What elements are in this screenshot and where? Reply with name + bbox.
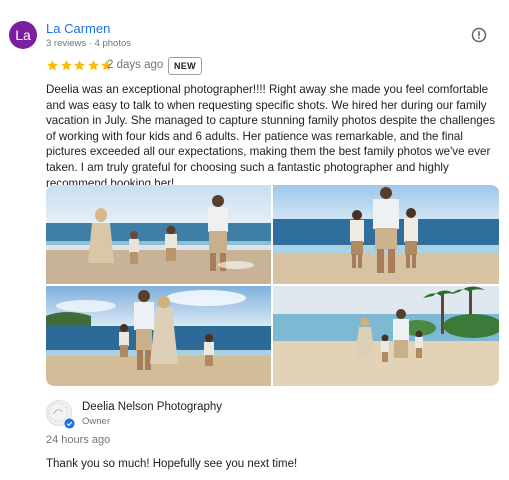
reviewer-name-link[interactable]: La Carmen [46, 21, 110, 36]
owner-name[interactable]: Deelia Nelson Photography [82, 401, 222, 413]
review-photo-4[interactable] [273, 286, 499, 386]
review-date: 2 days ago [107, 59, 164, 71]
new-badge: NEW [168, 57, 202, 75]
report-icon[interactable] [471, 27, 487, 43]
verified-badge-icon [64, 416, 75, 429]
review-text: Deelia was an exceptional photographer!!… [46, 83, 496, 190]
owner-response-time: 24 hours ago [46, 434, 111, 446]
owner-response-text: Thank you so much! Hopefully see you nex… [46, 458, 298, 470]
reviewer-meta: 3 reviews · 4 photos [46, 38, 132, 49]
star-icon [87, 60, 99, 71]
review-photo-2[interactable] [273, 185, 499, 284]
review-photo-grid[interactable] [46, 185, 499, 386]
review-photo-1[interactable] [46, 185, 271, 284]
reviewer-avatar[interactable]: La [9, 21, 37, 49]
star-rating [46, 59, 114, 73]
star-icon [47, 60, 58, 71]
review-photo-3[interactable] [46, 286, 271, 386]
star-icon [60, 60, 72, 71]
owner-role: Owner [82, 416, 110, 427]
star-icon [74, 60, 85, 71]
